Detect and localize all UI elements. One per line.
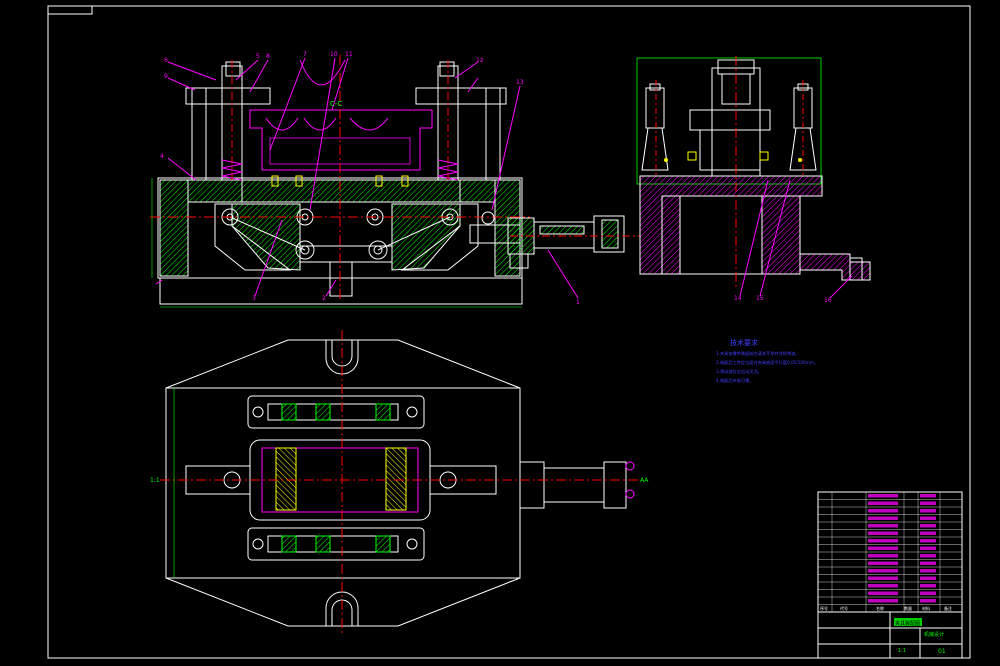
balloon-4: 4 bbox=[160, 153, 164, 160]
balloon-16: 16 bbox=[824, 297, 832, 304]
parts-material-cell bbox=[920, 561, 936, 565]
technical-requirements: 技术要求 1.夹具各零件装配前应清洗干净并涂防锈油。 2.装配后工件定位面对夹具… bbox=[716, 338, 818, 384]
parts-name-cell bbox=[868, 539, 898, 543]
parts-material-cell bbox=[920, 524, 936, 528]
parts-name-cell bbox=[868, 569, 898, 573]
parts-name-cell bbox=[868, 501, 898, 505]
parts-material-cell bbox=[920, 584, 936, 588]
header-row: 序号 代号 名称 数量 材料 备注 bbox=[820, 605, 952, 611]
parts-material-cell bbox=[920, 576, 936, 580]
balloon-11: 11 bbox=[345, 51, 353, 58]
tech-req-item-2: 2.装配后工件定位面对夹具底面平行度0.05/100mm。 bbox=[716, 359, 818, 366]
parts-material-cell bbox=[920, 554, 936, 558]
balloon-10: 10 bbox=[330, 51, 338, 58]
header-cell: 数量 bbox=[904, 605, 912, 611]
parts-material-cell bbox=[920, 516, 936, 520]
parts-name-cell bbox=[868, 591, 898, 595]
balloon-14: 14 bbox=[734, 295, 742, 302]
front-section-view bbox=[150, 55, 530, 308]
tech-req-item-3: 3.滑动部位应运动灵活。 bbox=[716, 368, 762, 375]
parts-material-cell bbox=[920, 494, 936, 498]
parts-name-cell bbox=[868, 561, 898, 565]
side-view-balloon-labels: 14 15 16 bbox=[734, 295, 832, 304]
parts-name-cell bbox=[868, 531, 898, 535]
parts-material-cell bbox=[920, 509, 936, 513]
header-cell: 名称 bbox=[876, 605, 884, 611]
balloon-8: 8 bbox=[266, 53, 270, 60]
plan-right-mark: AA bbox=[640, 477, 649, 484]
parts-material-cell bbox=[920, 501, 936, 505]
balloon-5: 5 bbox=[256, 53, 260, 60]
parts-name-cell bbox=[868, 494, 898, 498]
balloon-15: 15 bbox=[756, 295, 764, 302]
header-cell: 代号 bbox=[840, 605, 848, 611]
balloon-7: 7 bbox=[303, 51, 307, 58]
parts-name-cell bbox=[868, 509, 898, 513]
parts-material-cell bbox=[920, 569, 936, 573]
parts-name-cell bbox=[868, 584, 898, 588]
plan-left-mark: 1:1 bbox=[150, 477, 160, 484]
parts-material-cell bbox=[920, 546, 936, 550]
balloon-3: 3 bbox=[252, 295, 256, 302]
parts-material-cell bbox=[920, 591, 936, 595]
header-cell: 备注 bbox=[944, 605, 952, 611]
title-block-company: 机械设计 bbox=[924, 631, 944, 638]
parts-name-cell bbox=[868, 546, 898, 550]
title-block-drawing-name: 夹具装配图 bbox=[895, 620, 920, 627]
balloon-1: 1 bbox=[576, 299, 580, 306]
parts-name-cell bbox=[868, 576, 898, 580]
plan-view bbox=[160, 330, 640, 636]
parts-name-cell bbox=[868, 524, 898, 528]
balloon-6: 6 bbox=[164, 57, 168, 64]
side-view bbox=[636, 56, 871, 290]
title-block-sheet: 01 bbox=[938, 648, 946, 655]
balloon-13: 13 bbox=[516, 79, 524, 86]
parts-name-cell bbox=[868, 554, 898, 558]
cad-drawing-canvas: 6 9 5 8 7 10 11 12 13 4 3 2 1 C-C 14 15 … bbox=[47, 5, 971, 659]
tech-req-item-4: 4.装配后夹紧可靠。 bbox=[716, 377, 754, 384]
tech-req-item-1: 1.夹具各零件装配前应清洗干净并涂防锈油。 bbox=[716, 350, 800, 357]
balloon-2: 2 bbox=[322, 295, 326, 302]
section-label: C-C bbox=[330, 100, 342, 108]
title-block: 机械设计 夹具装配图 1:1 01 序号 代号 名称 数量 材料 备注 bbox=[817, 491, 963, 659]
balloon-12: 12 bbox=[476, 57, 484, 64]
parts-name-cell bbox=[868, 516, 898, 520]
title-block-scale: 1:1 bbox=[898, 648, 906, 654]
balloon-9: 9 bbox=[164, 73, 168, 80]
parts-material-cell bbox=[920, 599, 936, 603]
tech-req-title: 技术要求 bbox=[730, 338, 758, 347]
parts-material-cell bbox=[920, 531, 936, 535]
parts-name-cell bbox=[868, 599, 898, 603]
parts-list-grid bbox=[818, 492, 962, 612]
header-cell: 序号 bbox=[820, 605, 828, 611]
header-cell: 材料 bbox=[922, 605, 930, 611]
parts-material-cell bbox=[920, 539, 936, 543]
